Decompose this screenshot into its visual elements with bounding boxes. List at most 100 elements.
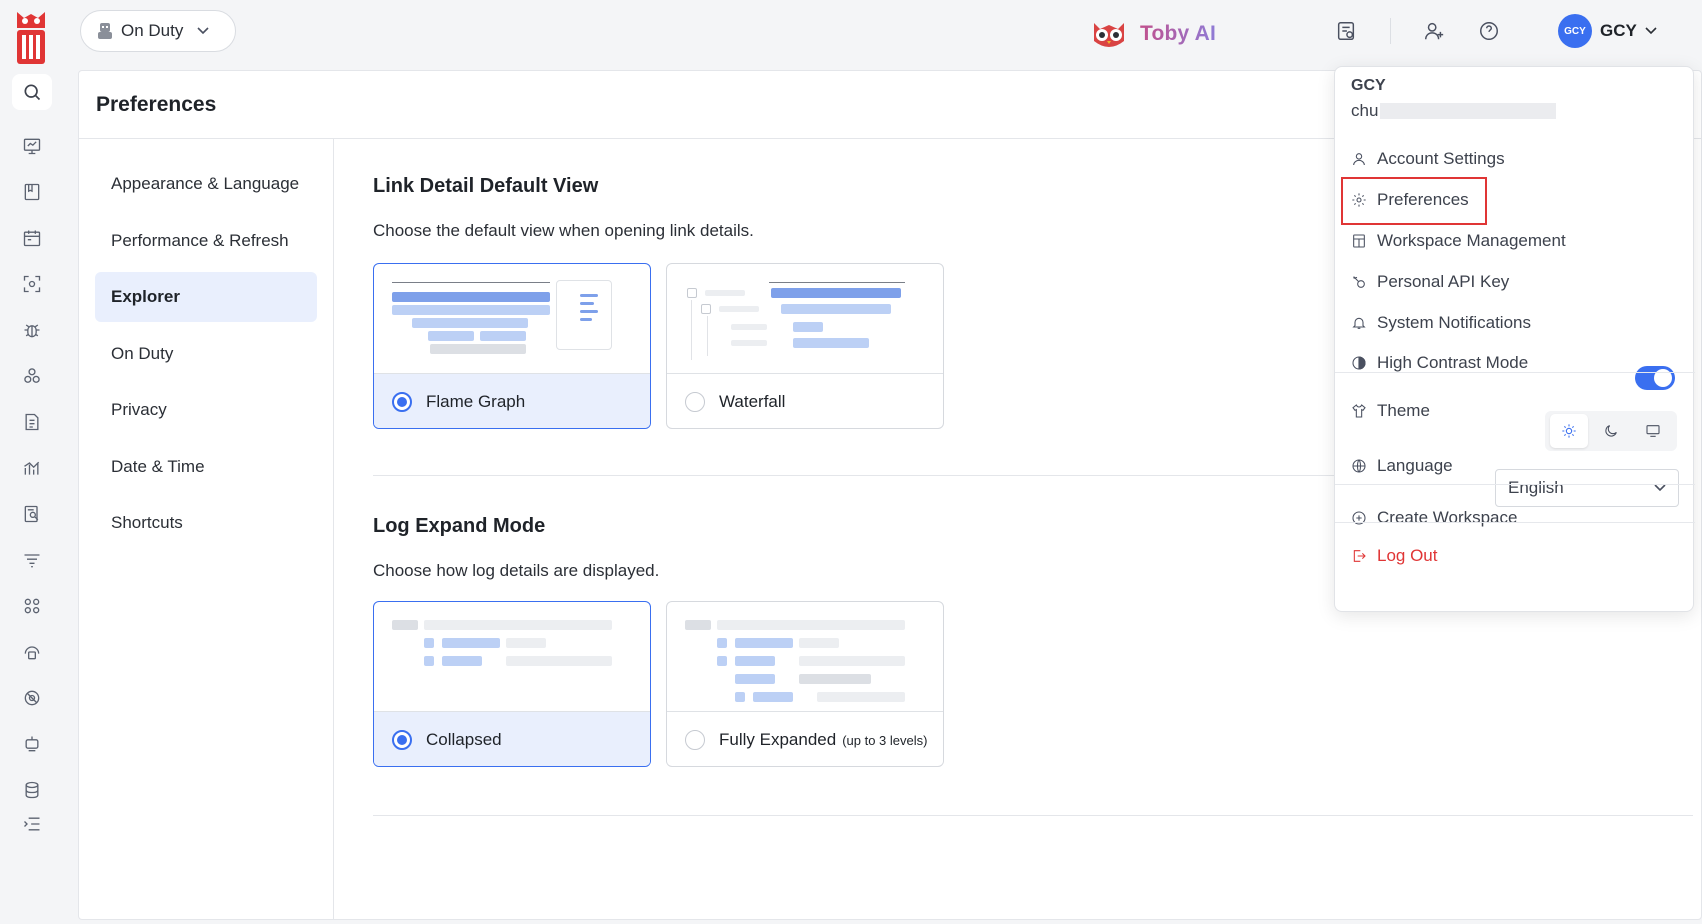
menu-create-workspace[interactable]: Create Workspace — [1351, 503, 1517, 533]
help-icon[interactable] — [1476, 18, 1502, 44]
menu-preferences-label: Preferences — [1377, 190, 1469, 209]
chevron-down-icon — [1645, 27, 1657, 35]
toby-ai-label: Toby AI — [1140, 22, 1217, 45]
menu-language: Language — [1351, 451, 1453, 481]
flame-graph-preview — [374, 264, 650, 374]
fully-expanded-label: Fully Expanded — [719, 730, 837, 749]
high-contrast-toggle[interactable] — [1635, 366, 1675, 390]
menu-log-out[interactable]: Log Out — [1351, 541, 1438, 571]
owl-mascot-icon — [1094, 23, 1124, 47]
chevron-down-icon — [197, 27, 209, 35]
filter-icon[interactable] — [20, 548, 44, 572]
search-icon[interactable] — [12, 74, 52, 110]
language-select[interactable]: English — [1495, 469, 1679, 507]
collapsed-radio[interactable] — [392, 730, 412, 750]
subnav-item-privacy[interactable]: Privacy — [95, 385, 317, 435]
add-user-icon[interactable] — [1421, 18, 1447, 44]
chevron-down-icon — [1654, 484, 1666, 492]
menu-high-contrast-mode-label: High Contrast Mode — [1377, 353, 1529, 372]
theme-light-button[interactable] — [1550, 414, 1588, 448]
flame-graph-option[interactable]: Flame Graph — [373, 263, 651, 429]
log-expand-description: Choose how log details are displayed. — [373, 561, 660, 580]
subnav-item-shortcuts[interactable]: Shortcuts — [95, 498, 317, 548]
link-detail-description: Choose the default view when opening lin… — [373, 221, 754, 240]
user-dropdown-menu: GCY chu Account Settings Preferences Wor… — [1334, 66, 1695, 612]
document-icon[interactable] — [20, 410, 44, 434]
subnav-item-date-time[interactable]: Date & Time — [95, 442, 317, 492]
left-rail — [0, 0, 72, 924]
section-divider — [373, 815, 1693, 816]
workspace-icon — [1353, 234, 1365, 248]
monitor-off-icon[interactable] — [20, 686, 44, 710]
subnav-item-on-duty[interactable]: On Duty — [95, 329, 317, 379]
avatar: GCY — [1558, 14, 1592, 48]
bug-icon[interactable] — [20, 318, 44, 342]
robot-icon[interactable] — [20, 732, 44, 756]
waterfall-label: Waterfall — [719, 392, 786, 411]
menu-account-settings[interactable]: Account Settings — [1351, 144, 1505, 174]
theme-system-button[interactable] — [1634, 414, 1672, 448]
waterfall-radio[interactable] — [685, 392, 705, 412]
menu-divider — [1335, 484, 1695, 485]
menu-high-contrast-mode: High Contrast Mode — [1351, 348, 1528, 378]
collapsed-label: Collapsed — [426, 730, 502, 749]
user-menu-trigger[interactable]: GCY GCY — [1558, 14, 1657, 48]
menu-language-label: Language — [1377, 456, 1453, 475]
integrations-icon[interactable] — [20, 640, 44, 664]
user-icon — [1353, 153, 1365, 166]
menu-log-out-label: Log Out — [1377, 546, 1438, 565]
menu-system-notifications[interactable]: System Notifications — [1351, 308, 1531, 338]
app-logo[interactable] — [14, 8, 48, 66]
menu-personal-api-key[interactable]: Personal API Key — [1351, 267, 1509, 297]
monitor-icon — [1646, 425, 1660, 437]
fully-expanded-radio[interactable] — [685, 730, 705, 750]
flame-graph-radio[interactable] — [392, 392, 412, 412]
fully-expanded-option[interactable]: Fully Expanded (up to 3 levels) — [666, 601, 944, 767]
notebook-icon[interactable] — [20, 180, 44, 204]
scan-icon[interactable] — [20, 272, 44, 296]
log-expand-title: Log Expand Mode — [373, 515, 546, 537]
toby-ai-button[interactable]: Toby AI — [1090, 14, 1216, 54]
topbar-divider — [1390, 18, 1391, 44]
waterfall-preview — [667, 264, 943, 374]
menu-theme: Theme — [1351, 396, 1430, 426]
flame-graph-label: Flame Graph — [426, 392, 526, 411]
preferences-subnav: Appearance & Language Performance & Refr… — [79, 139, 334, 919]
gear-icon — [1352, 193, 1366, 207]
link-detail-title: Link Detail Default View — [373, 175, 599, 197]
on-duty-label: On Duty — [121, 21, 184, 40]
dashboard-icon[interactable] — [20, 134, 44, 158]
menu-workspace-management[interactable]: Workspace Management — [1351, 226, 1566, 256]
menu-user-name: GCY — [1351, 77, 1386, 94]
collapse-menu-icon[interactable] — [20, 812, 44, 836]
services-icon[interactable] — [20, 364, 44, 388]
menu-divider — [1335, 372, 1695, 373]
plus-circle-icon — [1352, 511, 1366, 525]
menu-personal-api-key-label: Personal API Key — [1377, 272, 1510, 291]
on-duty-icon — [98, 23, 112, 39]
menu-account-settings-label: Account Settings — [1377, 149, 1505, 168]
menu-theme-label: Theme — [1377, 401, 1430, 420]
subnav-item-appearance-language[interactable]: Appearance & Language — [95, 159, 317, 209]
fully-expanded-note: (up to 3 levels) — [842, 732, 928, 748]
calendar-icon[interactable] — [20, 226, 44, 250]
database-icon[interactable] — [20, 778, 44, 802]
subnav-item-explorer[interactable]: Explorer — [95, 272, 317, 322]
menu-user-info: GCY chu — [1351, 77, 1557, 121]
collapsed-option[interactable]: Collapsed — [373, 601, 651, 767]
waterfall-option[interactable]: Waterfall — [666, 263, 944, 429]
metrics-icon[interactable] — [20, 456, 44, 480]
contrast-icon — [1352, 356, 1366, 370]
subnav-item-performance-refresh[interactable]: Performance & Refresh — [95, 216, 317, 266]
menu-preferences[interactable]: Preferences — [1351, 185, 1469, 215]
apps-icon[interactable] — [20, 594, 44, 618]
moon-icon — [1605, 425, 1617, 437]
tasks-icon[interactable] — [1333, 18, 1359, 44]
on-duty-select[interactable]: On Duty — [80, 10, 236, 52]
page-title: Preferences — [96, 92, 217, 116]
menu-system-notifications-label: System Notifications — [1377, 313, 1531, 332]
shirt-icon — [1352, 404, 1366, 418]
log-search-icon[interactable] — [20, 502, 44, 526]
globe-icon — [1352, 459, 1366, 473]
theme-dark-button[interactable] — [1592, 414, 1630, 448]
